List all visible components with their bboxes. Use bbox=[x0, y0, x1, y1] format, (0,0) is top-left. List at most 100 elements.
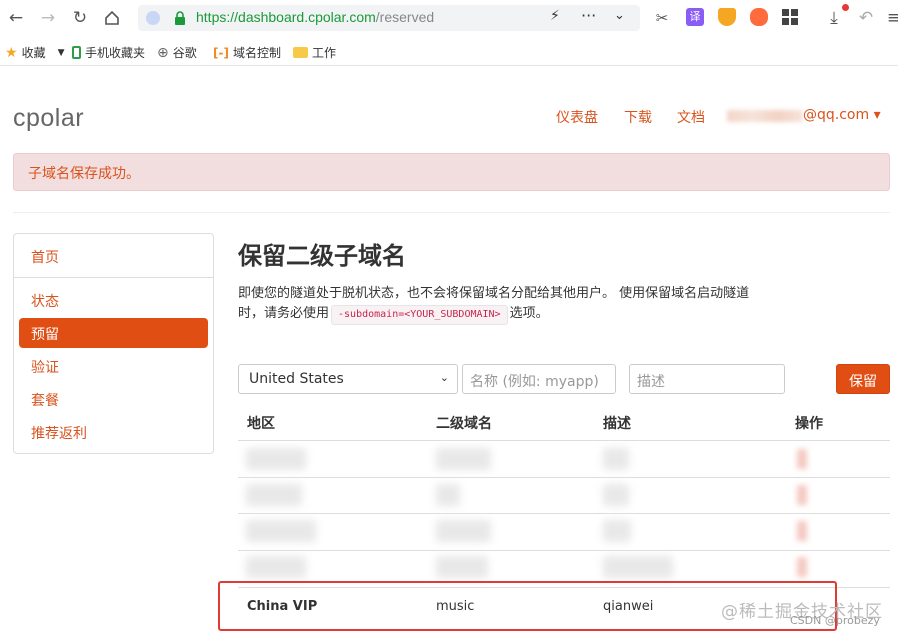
notification-dot-icon bbox=[842, 4, 849, 11]
desc-text: 时，请务必使用 bbox=[238, 306, 330, 321]
reserve-button[interactable]: 保留 bbox=[836, 364, 890, 394]
url-text[interactable]: https://dashboard.cpolar.com/reserved bbox=[196, 9, 434, 25]
url-path: /reserved bbox=[375, 9, 435, 25]
sidebar-item-home[interactable]: 首页 bbox=[19, 241, 208, 271]
alert-message: 子域名保存成功。 bbox=[28, 166, 140, 182]
bookmark-label: 手机收藏夹 bbox=[85, 46, 146, 60]
scissors-icon[interactable]: ✂ bbox=[652, 8, 672, 28]
site-logo[interactable]: cpolar bbox=[13, 104, 84, 133]
bookmark-work[interactable]: 工作 bbox=[293, 44, 336, 61]
home-icon[interactable] bbox=[102, 8, 122, 28]
phone-icon bbox=[72, 46, 81, 59]
undo-icon[interactable]: ↶ bbox=[856, 8, 876, 28]
redacted-action bbox=[797, 557, 807, 577]
sidebar-item-label: 预留 bbox=[31, 327, 59, 343]
desc-text: 即使您的隧道处于脱机状态，也不会将保留域名分配给其他用户。 使用保留域名启动隧道 bbox=[238, 286, 750, 301]
description-input[interactable]: 描述 bbox=[629, 364, 785, 394]
redacted-cell bbox=[436, 448, 491, 470]
watermark-credit: CSDN @probezy bbox=[790, 614, 880, 627]
table-divider bbox=[238, 477, 890, 478]
subdomain-name-input[interactable]: 名称 (例如: myapp) bbox=[462, 364, 616, 394]
bracket-icon: [-] bbox=[213, 45, 229, 60]
shield-icon[interactable] bbox=[718, 8, 736, 26]
redacted-cell bbox=[436, 484, 460, 506]
globe-icon: ⊕ bbox=[157, 44, 169, 61]
table-divider bbox=[238, 440, 890, 441]
sidebar-item-label: 验证 bbox=[31, 360, 59, 376]
redacted-cell bbox=[436, 556, 488, 578]
address-bar[interactable]: https://dashboard.cpolar.com/reserved ⚡ … bbox=[138, 5, 640, 31]
user-menu[interactable]: @qq.com ▾ bbox=[803, 107, 881, 123]
nav-download[interactable]: 下载 bbox=[624, 107, 652, 127]
nav-dashboard[interactable]: 仪表盘 bbox=[556, 107, 598, 127]
redacted-cell bbox=[246, 520, 316, 542]
sidebar-item-label: 推荐返利 bbox=[31, 426, 87, 442]
menu-icon[interactable]: ≡ bbox=[884, 8, 898, 28]
sidebar-item-label: 套餐 bbox=[31, 393, 59, 409]
download-icon[interactable]: ⤓ bbox=[824, 8, 844, 28]
redacted-cell bbox=[603, 520, 631, 542]
chevron-down-icon: ⌄ bbox=[439, 371, 449, 384]
more-icon[interactable]: ··· bbox=[581, 6, 596, 25]
redacted-cell bbox=[603, 448, 629, 470]
redacted-cell bbox=[603, 556, 673, 578]
table-divider bbox=[238, 550, 890, 551]
table-divider bbox=[238, 513, 890, 514]
redacted-cell bbox=[246, 484, 302, 506]
column-header-description: 描述 bbox=[603, 416, 631, 432]
desc-text: 选项。 bbox=[509, 306, 549, 321]
url-protocol: https:// bbox=[196, 9, 239, 25]
bookmark-label: 收藏 bbox=[21, 46, 46, 60]
sidebar-item-referral[interactable]: 推荐返利 bbox=[19, 417, 208, 447]
lightning-icon[interactable]: ⚡ bbox=[550, 8, 560, 24]
lock-icon bbox=[174, 10, 186, 29]
sidebar-item-verify[interactable]: 验证 bbox=[19, 351, 208, 381]
page-title: 保留二级子域名 bbox=[238, 242, 406, 270]
column-header-region: 地区 bbox=[247, 416, 275, 432]
reload-icon[interactable]: ↻ bbox=[70, 8, 90, 28]
chevron-down-icon[interactable]: ⌄ bbox=[614, 8, 625, 23]
redacted-action bbox=[797, 521, 807, 541]
input-placeholder: 名称 (例如: myapp) bbox=[470, 374, 599, 390]
bookmark-label: 工作 bbox=[312, 46, 337, 60]
bookmark-google[interactable]: ⊕ 谷歌 bbox=[157, 44, 197, 61]
bookmark-label: 谷歌 bbox=[172, 46, 197, 60]
redacted-action bbox=[797, 485, 807, 505]
folder-icon bbox=[293, 47, 308, 58]
translate-icon[interactable]: 译 bbox=[686, 8, 704, 26]
back-icon[interactable]: ← bbox=[6, 8, 26, 28]
gamepad-icon[interactable] bbox=[750, 8, 768, 26]
redacted-cell bbox=[603, 484, 629, 506]
url-host: dashboard.cpolar.com bbox=[238, 9, 376, 25]
sidebar-item-label: 首页 bbox=[31, 250, 59, 266]
success-alert: 子域名保存成功。 bbox=[13, 153, 890, 191]
column-header-subdomain: 二级域名 bbox=[436, 416, 492, 432]
redacted-cell bbox=[246, 448, 306, 470]
sidebar-item-label: 状态 bbox=[31, 294, 59, 310]
bookmark-domain[interactable]: [-] 域名控制 bbox=[213, 44, 281, 61]
bookmark-favorites[interactable]: ★ 收藏 ▼ bbox=[5, 44, 65, 61]
sidebar-divider bbox=[14, 277, 213, 278]
input-placeholder: 描述 bbox=[637, 374, 665, 390]
sidebar-item-plans[interactable]: 套餐 bbox=[19, 384, 208, 414]
sidebar-item-status[interactable]: 状态 bbox=[19, 285, 208, 315]
forward-icon[interactable]: → bbox=[38, 8, 58, 28]
nav-docs[interactable]: 文档 bbox=[677, 107, 705, 127]
region-selected-value: United States bbox=[249, 371, 344, 387]
column-header-actions: 操作 bbox=[795, 416, 823, 432]
bookmark-mobile[interactable]: 手机收藏夹 bbox=[72, 44, 145, 61]
region-select[interactable]: United States ⌄ bbox=[238, 364, 458, 394]
redacted-action bbox=[797, 449, 807, 469]
caret-down-icon: ▼ bbox=[57, 47, 65, 58]
divider bbox=[13, 212, 890, 213]
sidebar-item-reserved[interactable]: 预留 bbox=[19, 318, 208, 348]
redacted-cell bbox=[436, 520, 491, 542]
browser-toolbar: ← → ↻ https://dashboard.cpolar.com/reser… bbox=[0, 0, 898, 36]
bookmark-label: 域名控制 bbox=[232, 46, 281, 60]
user-email-redacted bbox=[727, 110, 803, 122]
grid-icon[interactable] bbox=[782, 9, 798, 29]
subdomain-code: -subdomain=<YOUR_SUBDOMAIN> bbox=[331, 305, 508, 325]
site-info-icon[interactable] bbox=[146, 11, 160, 25]
bookmarks-bar: ★ 收藏 ▼ 手机收藏夹 ⊕ 谷歌 [-] 域名控制 工作 bbox=[0, 38, 898, 66]
page-description: 即使您的隧道处于脱机状态，也不会将保留域名分配给其他用户。 使用保留域名启动隧道… bbox=[238, 284, 798, 325]
